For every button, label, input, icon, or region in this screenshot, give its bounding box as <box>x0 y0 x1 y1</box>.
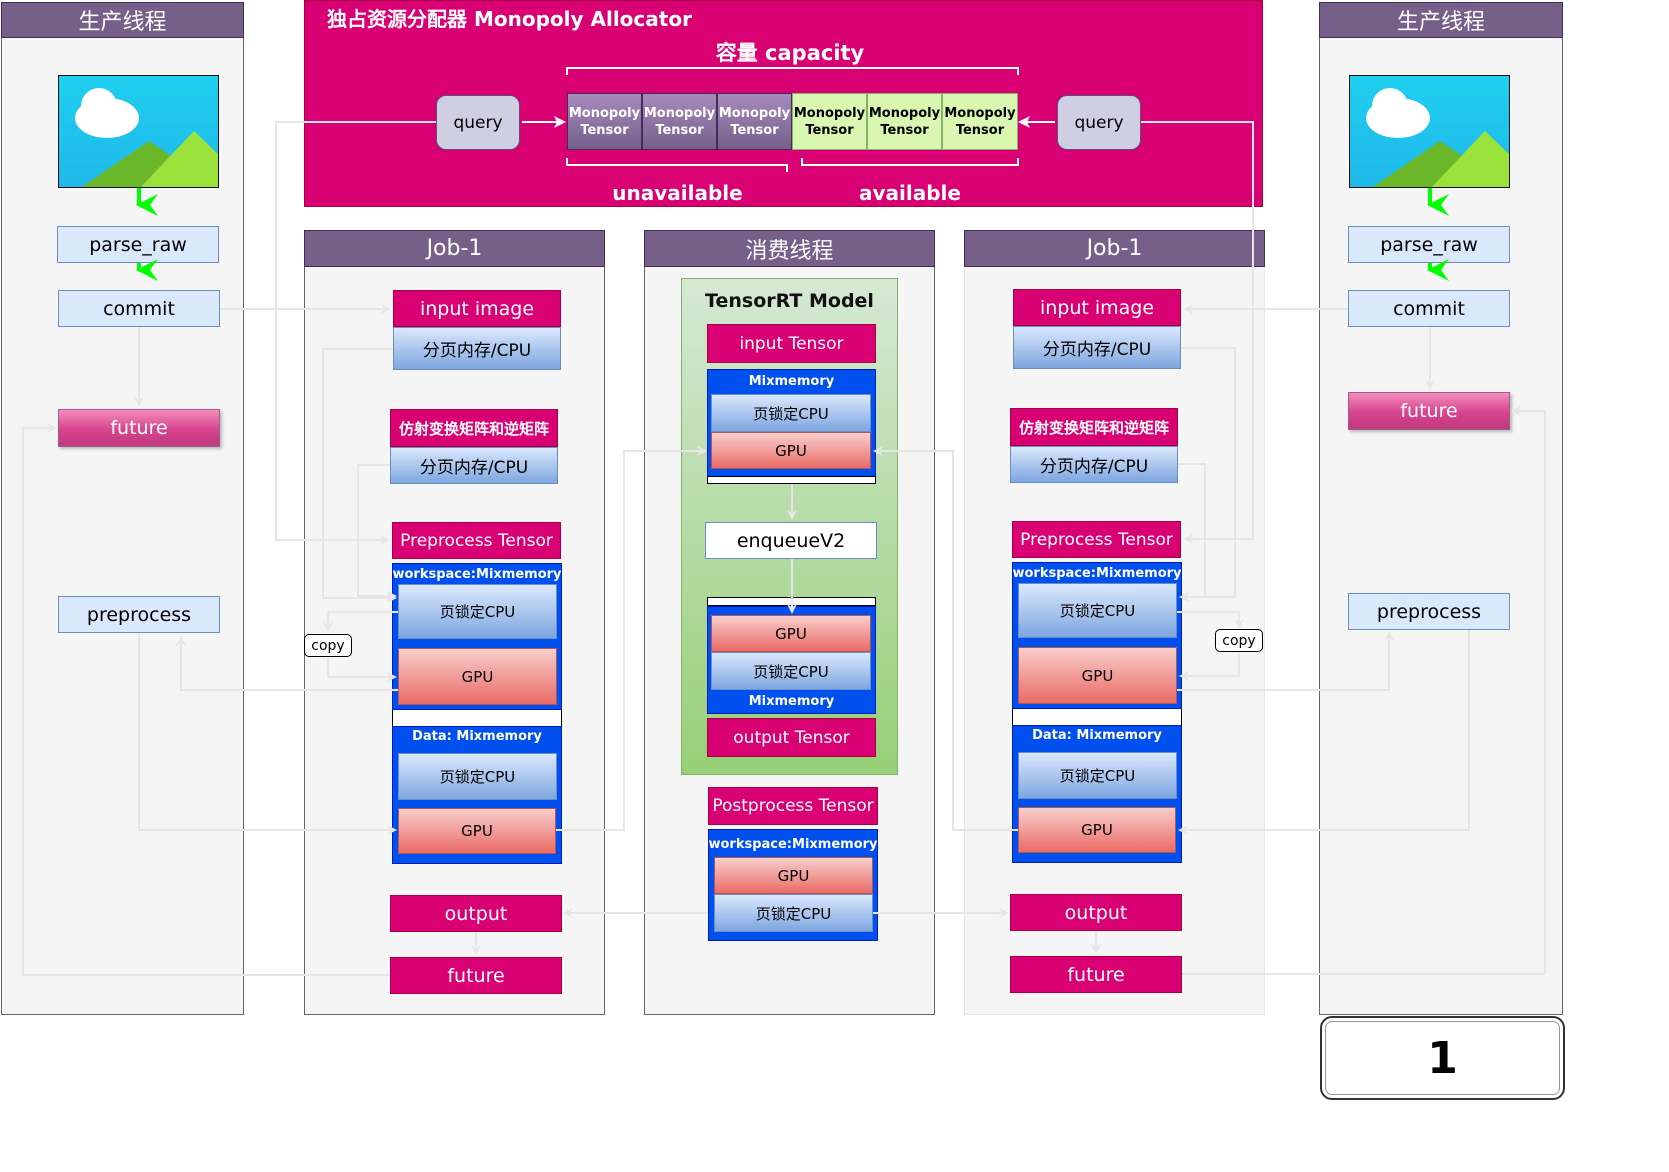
output-tensor-box: output Tensor <box>707 718 876 757</box>
monopoly-tensor-available: Monopoly Tensor <box>867 93 942 150</box>
query-button-right[interactable]: query <box>1057 95 1141 150</box>
paged-cpu-box: 分页内存/CPU <box>393 327 561 370</box>
tensorrt-model-title: TensorRT Model <box>705 290 874 312</box>
commit-button[interactable]: commit <box>1348 290 1510 327</box>
paged-cpu-box: 分页内存/CPU <box>1010 446 1178 483</box>
tensor-line1: Monopoly <box>718 105 791 121</box>
input-image-box: input image <box>1013 289 1181 326</box>
gpu-box: GPU <box>1018 647 1177 704</box>
preprocess-tensor-box: Preprocess Tensor <box>1012 521 1181 558</box>
capacity-label: 容量 capacity <box>715 41 865 65</box>
output-box: output <box>390 895 562 932</box>
preprocess-tensor-box: Preprocess Tensor <box>392 522 561 559</box>
job-lane-left-title: Job-1 <box>304 230 605 267</box>
pinned-cpu-box: 页锁定CPU <box>1018 752 1177 799</box>
gpu-box: GPU <box>714 857 873 894</box>
preprocess-box: preprocess <box>58 596 220 633</box>
unavailable-label: unavailable <box>612 181 743 205</box>
enqueuev2-box: enqueueV2 <box>705 522 877 559</box>
commit-button[interactable]: commit <box>58 290 220 327</box>
workspace-label: workspace:Mixmemory <box>392 566 562 582</box>
affine-matrix-box: 仿射变换矩阵和逆矩阵 <box>390 409 558 447</box>
image-icon <box>58 75 219 188</box>
tensor-line2: Tensor <box>805 122 854 138</box>
job-lane-right-title: Job-1 <box>964 230 1265 267</box>
image-icon <box>1349 75 1510 188</box>
paged-cpu-box: 分页内存/CPU <box>390 447 558 484</box>
mixmemory-label: Mixmemory <box>748 693 835 709</box>
workspace-label: workspace:Mixmemory <box>1012 565 1182 581</box>
monopoly-tensor-unavailable: Monopoly Tensor <box>567 93 642 150</box>
tensor-line2: Tensor <box>655 122 704 138</box>
monopoly-tensor-unavailable: Monopoly Tensor <box>717 93 792 150</box>
pinned-cpu-box: 页锁定CPU <box>711 394 871 432</box>
pinned-cpu-box: 页锁定CPU <box>398 584 557 639</box>
monopoly-tensor-available: Monopoly Tensor <box>792 93 867 150</box>
postprocess-tensor-box: Postprocess Tensor <box>708 787 878 825</box>
future-box: future <box>1348 392 1510 430</box>
gpu-box: GPU <box>711 615 871 652</box>
pinned-cpu-box: 页锁定CPU <box>398 753 557 800</box>
tensor-gap <box>392 710 562 726</box>
copy-label: copy <box>304 634 352 657</box>
mixmemory-bottom-strip <box>707 476 876 484</box>
producer-lane-right-title: 生产线程 <box>1319 2 1563 38</box>
pinned-cpu-box: 页锁定CPU <box>1018 583 1177 638</box>
preprocess-box: preprocess <box>1348 593 1510 630</box>
tensor-line2: Tensor <box>955 122 1005 138</box>
producer-lane-left-title: 生产线程 <box>1 2 244 38</box>
tensor-gap <box>1012 709 1182 725</box>
gpu-box: GPU <box>711 432 871 469</box>
data-label: Data: Mixmemory <box>412 728 542 744</box>
pinned-cpu-box: 页锁定CPU <box>711 652 871 690</box>
tensor-line2: Tensor <box>580 122 629 138</box>
monopoly-tensor-unavailable: Monopoly Tensor <box>642 93 717 150</box>
available-label: available <box>859 181 961 205</box>
parse-raw-box: parse_raw <box>57 226 219 263</box>
copy-label: copy <box>1215 629 1263 652</box>
tensor-line1: Monopoly <box>868 105 941 121</box>
pinned-cpu-box: 页锁定CPU <box>714 894 873 932</box>
consumer-lane-title: 消费线程 <box>644 230 935 267</box>
tensor-line1: Monopoly <box>568 105 641 121</box>
gpu-box: GPU <box>1018 807 1176 853</box>
tensor-line2: Tensor <box>880 122 929 138</box>
workspace-label: workspace:Mixmemory <box>708 836 878 852</box>
mixmemory-top-strip <box>707 597 876 606</box>
gpu-box: GPU <box>398 808 556 854</box>
output-box: output <box>1010 894 1182 931</box>
future-box: future <box>58 409 220 447</box>
tensor-line2: Tensor <box>730 122 779 138</box>
future-box: future <box>390 957 562 994</box>
future-box: future <box>1010 956 1182 993</box>
monopoly-tensor-available: Monopoly Tensor <box>942 93 1018 150</box>
tensor-line1: Monopoly <box>793 105 866 121</box>
page-number: 1 <box>1320 1016 1565 1100</box>
tensor-line1: Monopoly <box>643 105 716 121</box>
data-label: Data: Mixmemory <box>1032 727 1162 743</box>
gpu-box: GPU <box>398 648 557 705</box>
parse-raw-box: parse_raw <box>1348 226 1510 263</box>
input-image-box: input image <box>393 290 561 327</box>
affine-matrix-box: 仿射变换矩阵和逆矩阵 <box>1010 408 1178 446</box>
allocator-title: 独占资源分配器 Monopoly Allocator <box>327 7 692 31</box>
input-tensor-box: input Tensor <box>707 324 876 363</box>
paged-cpu-box: 分页内存/CPU <box>1013 326 1181 369</box>
mixmemory-label: Mixmemory <box>748 373 835 389</box>
tensor-line1: Monopoly <box>944 105 1016 121</box>
query-button-left[interactable]: query <box>436 95 520 150</box>
